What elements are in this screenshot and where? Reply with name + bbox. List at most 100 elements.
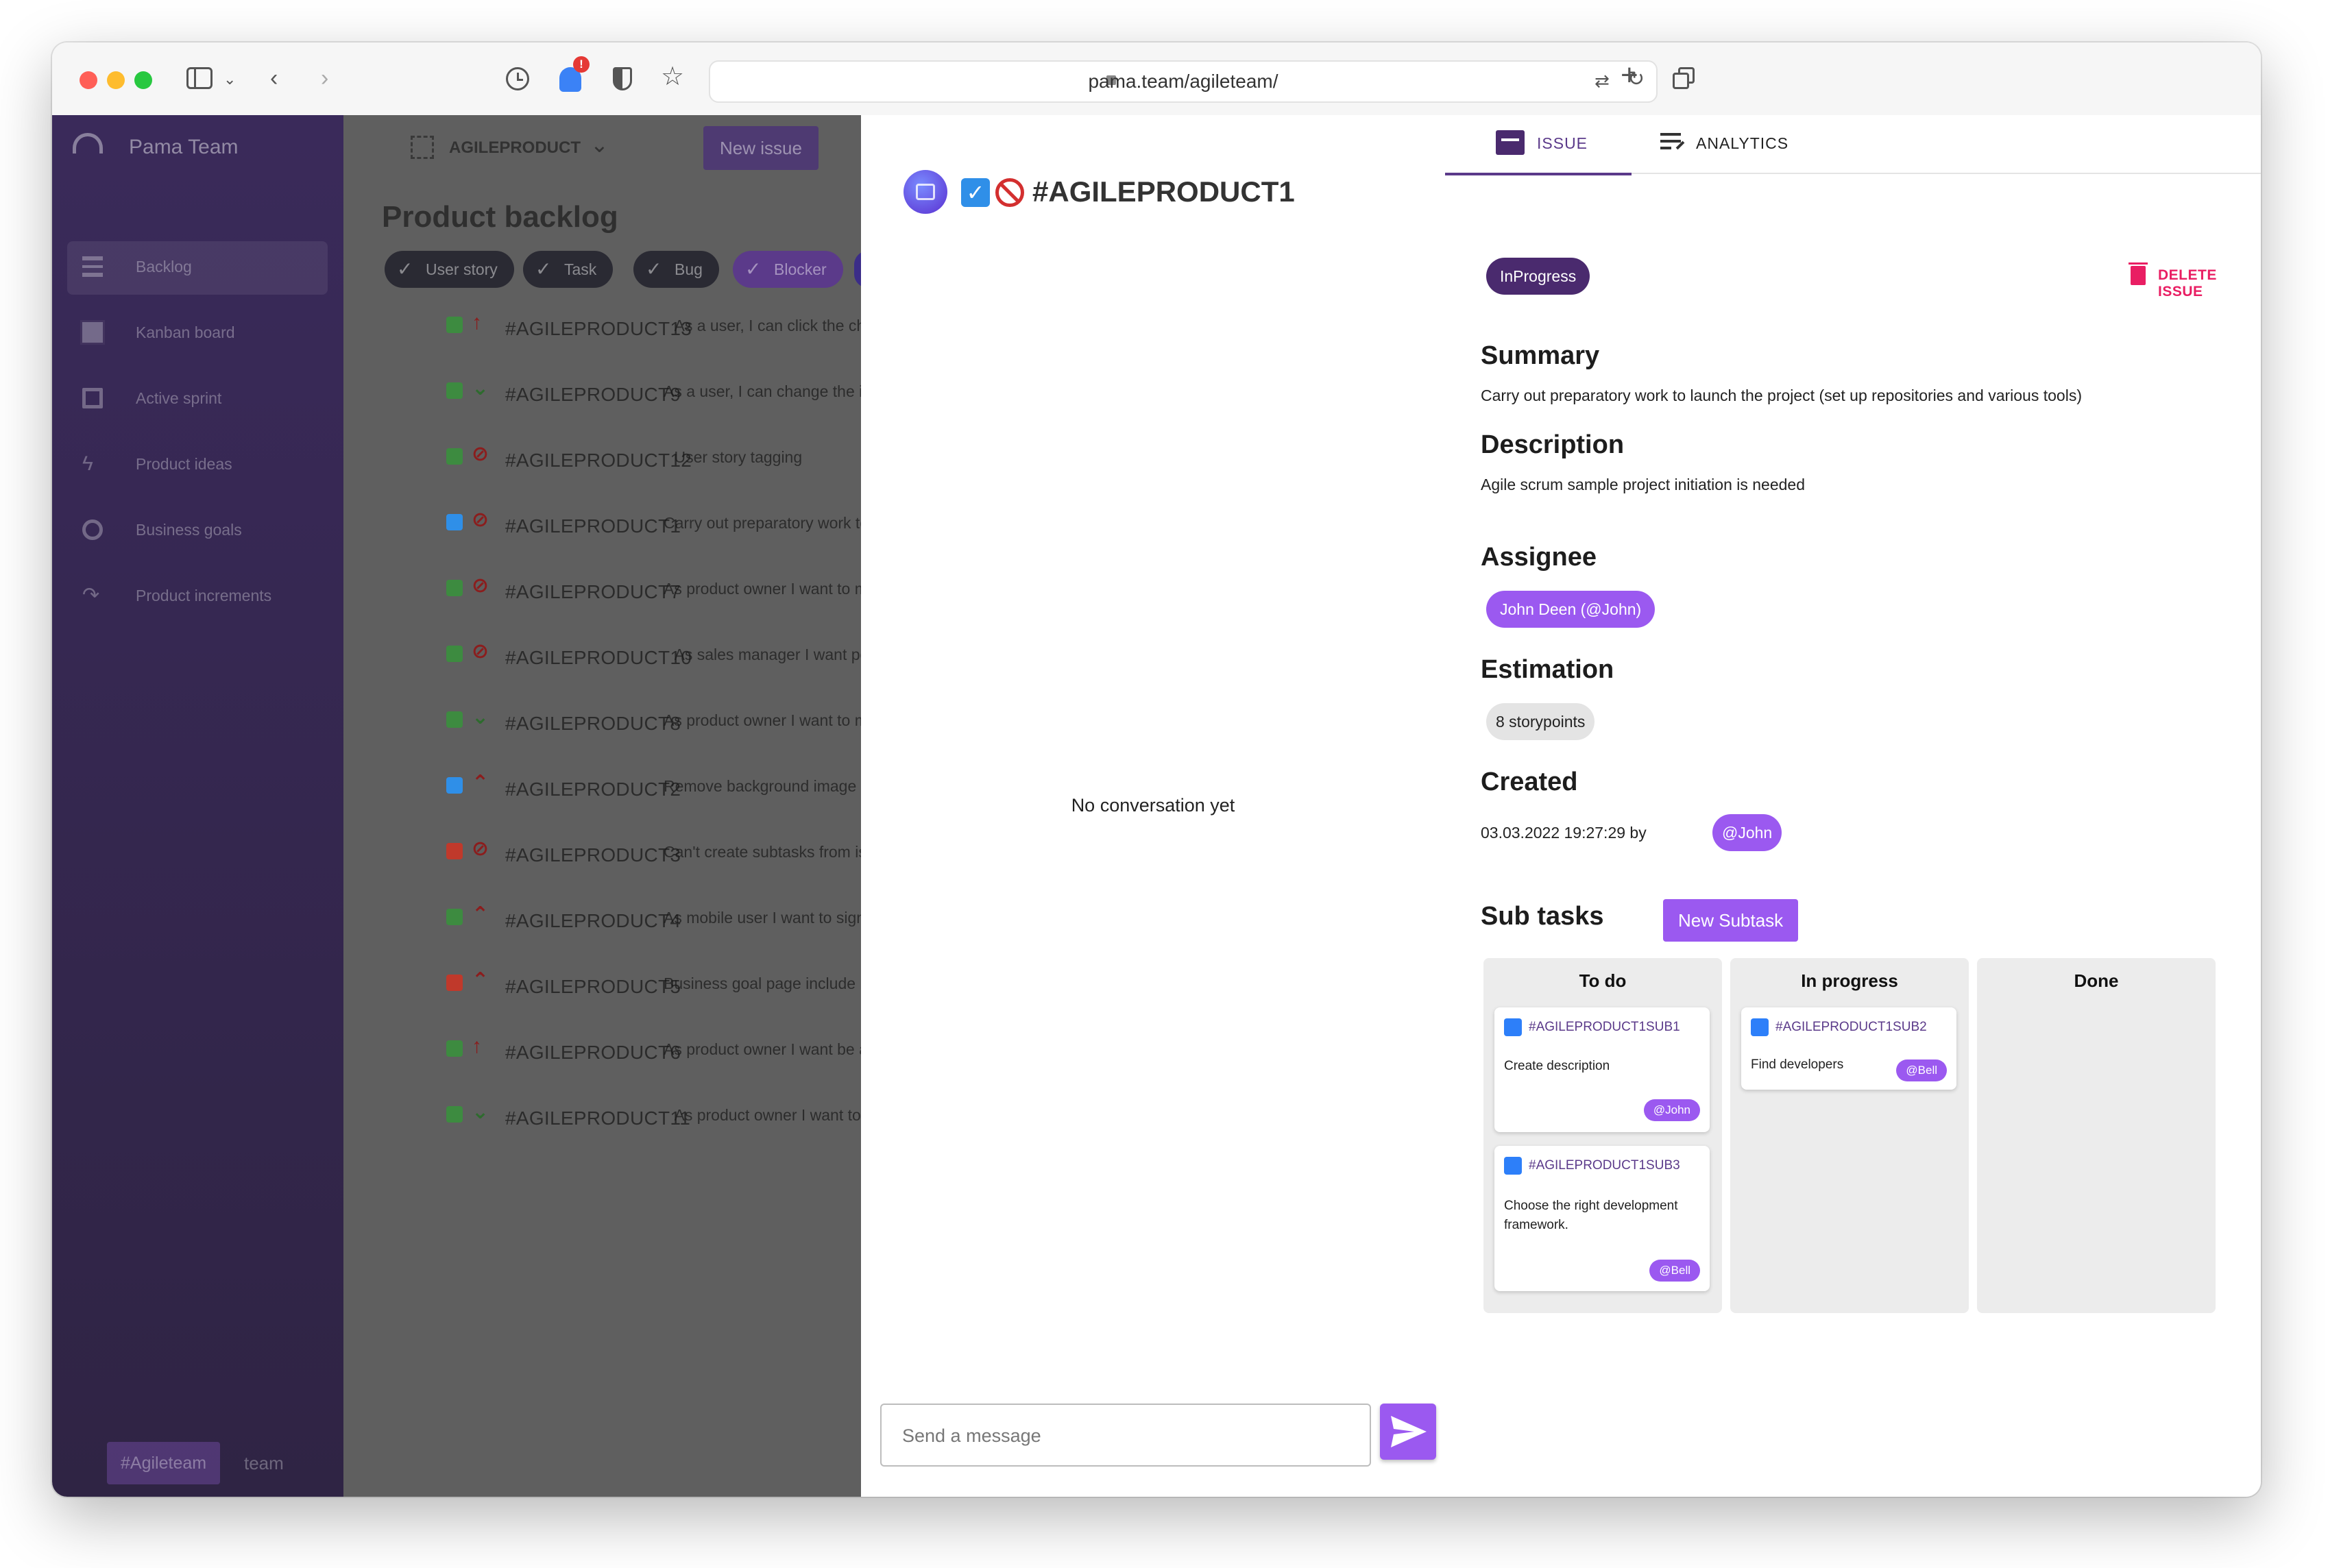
subtask-assignee[interactable]: @Bell	[1649, 1260, 1700, 1282]
issue-key: #AGILEPRODUCT3	[505, 844, 681, 866]
grid-icon	[80, 320, 105, 345]
issue-key: #AGILEPRODUCT13	[505, 318, 692, 339]
logo-icon	[73, 133, 103, 154]
issue-key: #AGILEPRODUCT11	[505, 1107, 691, 1129]
check-icon: ✓	[535, 258, 552, 280]
subtask-assignee[interactable]: @Bell	[1896, 1059, 1947, 1081]
column-title: In progress	[1801, 970, 1898, 991]
subtask-id: #AGILEPRODUCT1SUB3	[1529, 1158, 1680, 1173]
backlog-row[interactable]: ⊘ #AGILEPRODUCT12 User story tagging	[343, 428, 861, 493]
sidebar-item-product-increments[interactable]: ↷ Product increments	[67, 570, 328, 624]
estimation-chip[interactable]: 8 storypoints	[1486, 703, 1595, 740]
team-tag[interactable]: #Agileteam	[107, 1442, 221, 1484]
ghost-extension-icon[interactable]: !	[559, 56, 590, 92]
forward-icon[interactable]: ›	[321, 64, 328, 92]
story-type-icon	[446, 909, 463, 925]
brand-name: Pama Team	[129, 136, 239, 158]
subtask-assignee[interactable]: @John	[1643, 1099, 1700, 1121]
story-type-icon	[446, 1040, 463, 1057]
brand-row[interactable]: Pama Team	[52, 115, 343, 181]
sidebar-item-label: Active sprint	[136, 389, 222, 407]
shield-icon[interactable]	[613, 67, 632, 90]
filter-blocker[interactable]: ✓ Blocker	[733, 251, 843, 288]
delete-label: DELETE ISSUE	[2158, 267, 2217, 299]
team-label: team	[244, 1453, 284, 1473]
backlog-row[interactable]: ⌃ #AGILEPRODUCT5 Business goal page includ…	[343, 954, 891, 1020]
backlog-area: AGILEPRODUCT ⌄ New issue Product backlog…	[343, 115, 897, 1497]
delete-issue-button[interactable]: DELETE ISSUE	[2129, 259, 2254, 299]
sidebar-item-product-ideas[interactable]: ϟ Product ideas	[67, 439, 328, 492]
backlog-row[interactable]: ⌃ #AGILEPRODUCT2 Remove background image g…	[343, 757, 893, 822]
estimation-heading: Estimation	[1481, 655, 1614, 684]
chevron-down-icon[interactable]: ⌄	[223, 66, 236, 93]
assignee-chip[interactable]: John Deen (@John)	[1486, 591, 1656, 628]
new-issue-button[interactable]: New issue	[703, 126, 819, 170]
sidebar-item-active-sprint[interactable]: Active sprint	[67, 373, 328, 426]
status-badge[interactable]: InProgress	[1486, 258, 1590, 295]
issue-key: #AGILEPRODUCT8	[505, 713, 681, 734]
bookmark-star-icon[interactable]: ☆	[661, 63, 684, 90]
address-bar[interactable]: pama.team/agileteam/ ⇄ ↻	[709, 60, 1658, 103]
tab-analytics[interactable]: ANALYTICS	[1632, 115, 1837, 173]
backlog-row[interactable]: ↑ #AGILEPRODUCT13 As a user, I can click t…	[343, 296, 892, 362]
avatar[interactable]	[904, 170, 947, 214]
subtask-card[interactable]: #AGILEPRODUCT1SUB2 Find developers @Bell	[1741, 1007, 1956, 1090]
subtask-text: Create description	[1504, 1059, 1610, 1073]
subtask-card[interactable]: #AGILEPRODUCT1SUB3 Choose the right deve…	[1494, 1146, 1710, 1291]
backlog-row[interactable]: ↑ #AGILEPRODUCT6 As product owner I want b…	[343, 1020, 889, 1086]
translate-icon[interactable]: ⇄	[1595, 67, 1610, 95]
subtask-id: #AGILEPRODUCT1SUB1	[1529, 1020, 1680, 1034]
app-sidebar: Pama Team Backlog Kanban board Active sp…	[52, 115, 343, 1497]
backlog-row[interactable]: ⌄ #AGILEPRODUCT8 As product owner I want t…	[343, 691, 894, 757]
filter-label: User story	[426, 260, 498, 278]
blocker-priority-icon: ⊘	[472, 574, 489, 597]
issue-key: #AGILEPRODUCT12	[505, 450, 692, 471]
sidebar-item-kanban[interactable]: Kanban board	[67, 307, 328, 360]
double-up-priority-icon: ⌃	[472, 772, 489, 794]
issue-key: #AGILEPRODUCT4	[505, 910, 681, 931]
filter-bug[interactable]: ✓ Bug	[633, 251, 719, 288]
sidebar-item-backlog[interactable]: Backlog	[67, 241, 328, 295]
subtask-card[interactable]: #AGILEPRODUCT1SUB1 Create description @J…	[1494, 1007, 1710, 1132]
history-icon[interactable]	[506, 67, 529, 90]
filter-task[interactable]: ✓ Task	[523, 251, 614, 288]
backlog-row[interactable]: ⊘ #AGILEPRODUCT7 As product owner I want t…	[343, 559, 894, 625]
blocker-priority-icon: ⊘	[472, 837, 489, 860]
trash-icon	[2129, 262, 2148, 285]
story-type-icon	[446, 580, 463, 596]
check-icon: ✓	[397, 258, 413, 280]
tab-overview-icon[interactable]	[1673, 67, 1696, 90]
send-button[interactable]	[1380, 1404, 1436, 1460]
message-input[interactable]: Send a message	[880, 1404, 1371, 1467]
story-type-icon	[446, 646, 463, 662]
back-icon[interactable]: ‹	[270, 64, 278, 92]
sidebar-item-business-goals[interactable]: Business goals	[67, 504, 328, 558]
sidebar-toggle-icon[interactable]	[186, 67, 213, 89]
backlog-row[interactable]: ⌄ #AGILEPRODUCT9 As a user, I can change t…	[343, 362, 896, 428]
project-selector[interactable]: AGILEPRODUCT ⌄	[411, 127, 616, 169]
cube-icon	[916, 184, 935, 200]
check-icon: ✓	[646, 258, 662, 280]
story-type-icon	[446, 448, 463, 465]
subtask-column-todo: To do #AGILEPRODUCT1SUB1 Create descript…	[1483, 958, 1722, 1313]
backlog-row[interactable]: ⊘ #AGILEPRODUCT10 As sales manager I want …	[343, 625, 895, 691]
backlog-row[interactable]: ⌃ #AGILEPRODUCT4 As mobile user I want to …	[343, 888, 897, 954]
blocker-icon	[995, 178, 1024, 207]
blocker-priority-icon: ⊘	[472, 509, 489, 531]
backlog-row[interactable]: ⌄ #AGILEPRODUCT11 As product owner I want …	[343, 1086, 890, 1151]
sidebar-item-label: Backlog	[136, 258, 192, 275]
minimize-window-button[interactable]	[107, 71, 125, 89]
subtask-text: Choose the right development framework.	[1504, 1199, 1678, 1232]
creator-chip[interactable]: @John	[1712, 814, 1782, 851]
backlog-row[interactable]: ⊘ #AGILEPRODUCT1 Carry out preparatory wor…	[343, 493, 894, 559]
new-subtask-button[interactable]: New Subtask	[1663, 899, 1799, 942]
url-text: pama.team/agileteam/	[1088, 71, 1278, 92]
new-tab-icon[interactable]: +	[1621, 60, 1638, 90]
zoom-window-button[interactable]	[134, 71, 152, 89]
filter-user-story[interactable]: ✓ User story	[385, 251, 514, 288]
issue-icon	[1496, 130, 1525, 155]
backlog-row[interactable]: ⊘ #AGILEPRODUCT3 Can't create subtasks fro…	[343, 822, 892, 888]
page-title: Product backlog	[382, 200, 618, 234]
tab-issue[interactable]: ISSUE	[1445, 115, 1632, 175]
close-window-button[interactable]	[80, 71, 97, 89]
